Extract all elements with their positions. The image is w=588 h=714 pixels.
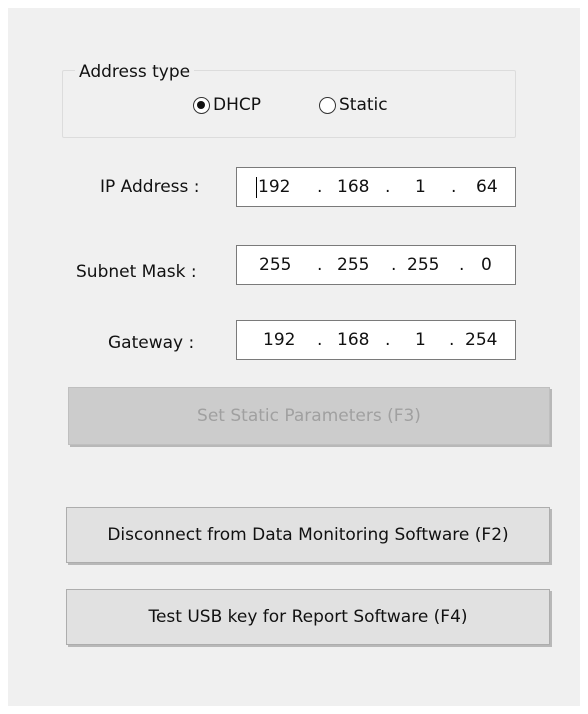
- subnet-octet-3: 255: [407, 255, 440, 275]
- ip-octet-1: 192: [258, 177, 291, 197]
- subnet-octet-2: 255: [337, 255, 370, 275]
- ip-address-input[interactable]: 192 . 168 . 1 . 64: [236, 167, 516, 207]
- test-usb-key-button[interactable]: Test USB key for Report Software (F4): [66, 589, 550, 645]
- gateway-octet-1: 192: [263, 330, 296, 350]
- ip-separator: .: [459, 255, 465, 275]
- subnet-mask-label: Subnet Mask :: [76, 262, 197, 282]
- address-type-group: Address type DHCP Static: [62, 62, 516, 138]
- ip-separator: .: [451, 177, 457, 197]
- static-radio-label[interactable]: Static: [339, 95, 388, 115]
- gateway-label: Gateway :: [108, 333, 195, 353]
- ip-octet-2: 168: [337, 177, 370, 197]
- ip-separator: .: [385, 177, 391, 197]
- test-usb-key-label: Test USB key for Report Software (F4): [148, 607, 468, 627]
- ip-separator: .: [317, 330, 323, 350]
- gateway-octet-2: 168: [337, 330, 370, 350]
- ip-separator: .: [449, 330, 455, 350]
- ip-separator: .: [391, 255, 397, 275]
- subnet-octet-1: 255: [259, 255, 292, 275]
- gateway-octet-4: 254: [465, 330, 498, 350]
- address-type-title: Address type: [75, 62, 195, 82]
- subnet-octet-4: 0: [481, 255, 492, 275]
- dhcp-radio-label[interactable]: DHCP: [213, 95, 261, 115]
- gateway-octet-3: 1: [415, 330, 426, 350]
- ip-octet-3: 1: [415, 177, 426, 197]
- ip-address-label: IP Address :: [100, 177, 200, 197]
- static-radio-indicator[interactable]: [319, 96, 336, 114]
- ip-octet-4: 64: [476, 177, 498, 197]
- set-static-parameters-label: Set Static Parameters (F3): [197, 406, 421, 426]
- subnet-mask-input[interactable]: 255 . 255 . 255 . 0: [236, 245, 516, 285]
- disconnect-button[interactable]: Disconnect from Data Monitoring Software…: [66, 507, 550, 563]
- disconnect-label: Disconnect from Data Monitoring Software…: [107, 525, 509, 545]
- set-static-parameters-button[interactable]: Set Static Parameters (F3): [68, 387, 550, 445]
- dhcp-radio[interactable]: DHCP: [193, 95, 261, 115]
- static-radio[interactable]: Static: [319, 95, 388, 115]
- ip-separator: .: [317, 177, 323, 197]
- dhcp-radio-indicator[interactable]: [193, 96, 210, 114]
- ip-separator: .: [317, 255, 323, 275]
- gateway-input[interactable]: 192 . 168 . 1 . 254: [236, 320, 516, 360]
- ip-separator: .: [385, 330, 391, 350]
- text-caret: [256, 177, 257, 198]
